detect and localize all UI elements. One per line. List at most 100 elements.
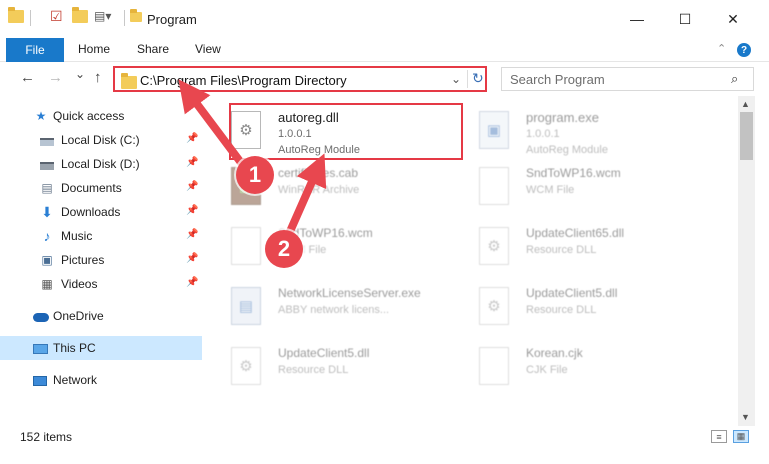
file-icon: . <box>231 227 261 265</box>
sidebar-item-quick-access[interactable]: ★ Quick access <box>0 104 202 128</box>
window-title: Program <box>147 12 197 27</box>
sidebar-item-documents[interactable]: ▤ Documents 📌 <box>0 176 202 200</box>
file-item-networklicenseserver-exe[interactable]: ▤ NetworkLicenseServer.exe ABBY network … <box>216 280 456 336</box>
up-button[interactable]: ↑ <box>94 69 102 86</box>
pin-icon[interactable]: 📌 <box>186 157 198 168</box>
collapse-ribbon-icon[interactable]: ⌃ <box>717 42 726 55</box>
file-item-sndtowp16-wcm[interactable]: . SndToWP16.wcm WCM File <box>464 160 704 216</box>
sidebar-item-label: Local Disk (D:) <box>61 157 140 171</box>
file-name: SndToWP16.wcm <box>526 166 621 180</box>
refresh-icon[interactable]: ↻ <box>472 70 484 87</box>
file-item-sndtowp16-wcm[interactable]: . SndToWP16.wcm WCM File <box>216 220 456 276</box>
folder-icon <box>8 7 24 23</box>
network-icon <box>32 373 48 387</box>
step-marker-2: 2 <box>265 230 303 268</box>
help-icon[interactable]: ? <box>737 43 751 57</box>
title-bar: ☑ ▤▾ Program — ☐ ✕ <box>0 0 769 38</box>
sidebar-item-downloads[interactable]: ⬇ Downloads 📌 <box>0 200 202 224</box>
file-type: WCM File <box>526 184 575 196</box>
pc-icon <box>32 341 48 355</box>
sidebar-item-pictures[interactable]: ▣ Pictures 📌 <box>0 248 202 272</box>
videos-icon: ▦ <box>41 277 53 291</box>
customize-toolbar-icon[interactable]: ▤▾ <box>94 9 111 23</box>
maximize-button[interactable]: ☐ <box>662 4 708 34</box>
tab-share[interactable]: Share <box>137 42 169 56</box>
back-button[interactable]: ← <box>20 69 35 86</box>
pin-icon[interactable]: 📌 <box>186 253 198 264</box>
folder-icon <box>121 73 137 89</box>
pin-icon[interactable]: 📌 <box>186 277 198 288</box>
file-item-program-exe[interactable]: ▣ program.exe 1.0.0.1 AutoReg Module <box>464 104 704 160</box>
file-name: autoreg.dll <box>278 110 339 125</box>
separator <box>30 10 31 26</box>
file-version: 1.0.0.1 <box>278 128 312 140</box>
address-path[interactable]: C:\Program Files\Program Directory <box>140 73 347 88</box>
file-item-updateclient65-dll[interactable]: ⚙ UpdateClient65.dll Resource DLL <box>464 220 704 276</box>
search-icon[interactable]: ⌕ <box>731 71 738 87</box>
file-name: program.exe <box>526 110 599 125</box>
drive-icon <box>40 133 54 147</box>
dll-icon: ⚙ <box>231 347 261 385</box>
sidebar-item-label: Pictures <box>61 253 105 267</box>
exe-icon: ▣ <box>479 111 509 149</box>
step-marker-1: 1 <box>236 156 274 194</box>
close-button[interactable]: ✕ <box>710 4 756 34</box>
sidebar-item-local-disk-d[interactable]: Local Disk (D:) 📌 <box>0 152 202 176</box>
file-type: Resource DLL <box>526 244 597 256</box>
file-description: ABBY network licens... <box>278 304 390 316</box>
separator <box>124 10 125 26</box>
file-item-updateclient5-dll[interactable]: ⚙ UpdateClient5.dll Resource DLL <box>216 340 456 396</box>
pin-icon[interactable]: 📌 <box>186 229 198 240</box>
file-name: certificates.cab <box>278 166 359 180</box>
minimize-button[interactable]: — <box>614 4 660 34</box>
sidebar-item-videos[interactable]: ▦ Videos 📌 <box>0 272 202 296</box>
pictures-icon: ▣ <box>41 253 53 267</box>
tab-view[interactable]: View <box>195 42 221 56</box>
scroll-down-icon[interactable]: ▼ <box>741 412 750 422</box>
properties-icon[interactable]: ☑ <box>50 8 63 25</box>
file-version: 1.0.0.1 <box>526 128 560 140</box>
scroll-thumb[interactable] <box>740 112 753 160</box>
vertical-scrollbar[interactable]: ▲ ▼ <box>738 96 755 426</box>
sidebar-item-music[interactable]: ♪ Music 📌 <box>0 224 202 248</box>
address-bar[interactable]: C:\Program Files\Program Directory ⌄ ↻ <box>113 66 487 92</box>
sidebar-item-network[interactable]: Network <box>0 368 202 392</box>
quick-access-toolbar <box>8 7 24 23</box>
tiles-view-icon[interactable]: ▦ <box>733 430 749 443</box>
pin-icon[interactable]: 📌 <box>186 133 198 144</box>
file-type: Resource DLL <box>526 304 597 316</box>
dll-icon: ⚙ <box>231 111 261 149</box>
details-view-icon[interactable]: ≡ <box>711 430 727 443</box>
file-icon: . <box>479 167 509 205</box>
sidebar-item-label: Documents <box>61 181 122 195</box>
navigation-pane: ★ Quick access Local Disk (C:) 📌 Local D… <box>0 96 202 426</box>
file-type: CJK File <box>526 364 568 376</box>
search-input[interactable]: Search Program ⌕ <box>501 67 754 91</box>
sidebar-item-local-disk-c[interactable]: Local Disk (C:) 📌 <box>0 128 202 152</box>
scroll-up-icon[interactable]: ▲ <box>741 99 750 109</box>
sidebar-item-this-pc[interactable]: This PC <box>0 336 202 360</box>
music-icon: ♪ <box>43 228 51 244</box>
file-item-updateclient5-dll[interactable]: ⚙ UpdateClient5.dll Resource DLL <box>464 280 704 336</box>
sidebar-item-label: Videos <box>61 277 98 291</box>
documents-icon: ▤ <box>41 181 53 195</box>
file-type: WinRAR Archive <box>278 184 360 196</box>
tab-home[interactable]: Home <box>78 42 110 56</box>
new-folder-icon[interactable] <box>72 7 88 23</box>
sidebar-item-label: Music <box>61 229 93 243</box>
search-placeholder: Search Program <box>510 72 605 87</box>
address-dropdown-icon[interactable]: ⌄ <box>451 72 461 86</box>
pin-icon[interactable]: 📌 <box>186 181 198 192</box>
pin-icon[interactable]: 📌 <box>186 205 198 216</box>
tab-file[interactable]: File <box>6 38 64 62</box>
sidebar-item-onedrive[interactable]: OneDrive <box>0 304 202 328</box>
file-item-autoreg-dll[interactable]: ⚙ autoreg.dll 1.0.0.1 AutoReg Module <box>216 104 456 160</box>
forward-button[interactable]: → <box>48 69 63 86</box>
file-description: AutoReg Module <box>278 144 360 156</box>
recent-locations-button[interactable]: ⌄ <box>75 67 85 81</box>
file-item-korean-cjk[interactable]: . Korean.cjk CJK File <box>464 340 704 396</box>
star-icon: ★ <box>35 109 47 123</box>
file-name: UpdateClient5.dll <box>278 346 370 360</box>
sidebar-item-label: Network <box>53 373 98 387</box>
file-name: UpdateClient65.dll <box>526 226 625 240</box>
